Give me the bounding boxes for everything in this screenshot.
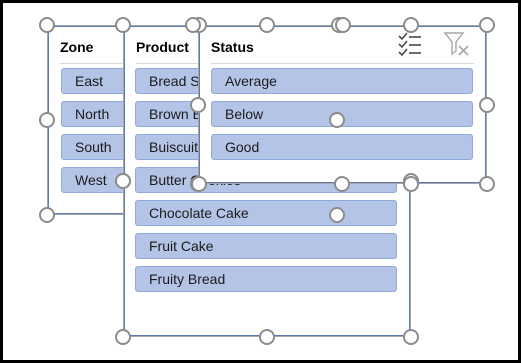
status-slicer[interactable]: Status Average Below Good: [198, 25, 487, 184]
status-inner-handle[interactable]: [329, 112, 345, 128]
status-resize-handle-bottom[interactable]: [334, 176, 350, 192]
status-item-average[interactable]: Average: [211, 68, 473, 94]
clear-filter-icon[interactable]: [443, 31, 471, 57]
status-resize-handle-right[interactable]: [479, 97, 495, 113]
zone-resize-handle-bottom-right[interactable]: [115, 173, 131, 189]
product-resize-handle-bottom-right[interactable]: [403, 329, 419, 345]
multi-select-icon[interactable]: [397, 32, 423, 56]
product-item-fruit-cake[interactable]: Fruit Cake: [135, 233, 397, 259]
zone-resize-handle-right[interactable]: [191, 176, 207, 192]
zone-slicer-title: Zone: [60, 39, 94, 55]
status-resize-handle-left[interactable]: [190, 97, 206, 113]
worksheet-canvas: Zone East North South West Product Bread…: [0, 0, 521, 363]
product-item-fruity-bread[interactable]: Fruity Bread: [135, 266, 397, 292]
status-resize-handle-bottom-right[interactable]: [479, 176, 495, 192]
status-item-good[interactable]: Good: [211, 134, 473, 160]
product-resize-handle-top-left[interactable]: [115, 17, 131, 33]
product-slicer-title: Product: [136, 39, 189, 55]
status-resize-handle-top-left[interactable]: [185, 17, 201, 33]
zone-resize-handle-left[interactable]: [39, 112, 55, 128]
status-resize-handle-mid[interactable]: [403, 176, 419, 192]
status-slicer-separator: [211, 63, 474, 64]
product-resize-handle-top[interactable]: [259, 17, 275, 33]
zone-resize-handle-top-left[interactable]: [39, 17, 55, 33]
product-resize-handle-bottom-left[interactable]: [115, 329, 131, 345]
status-slicer-title: Status: [211, 39, 254, 55]
status-inner-handle-lower[interactable]: [329, 207, 345, 223]
status-resize-handle-top-right[interactable]: [479, 17, 495, 33]
product-item-chocolate-cake[interactable]: Chocolate Cake: [135, 200, 397, 226]
product-resize-handle-bottom[interactable]: [259, 329, 275, 345]
zone-resize-handle-bottom-left[interactable]: [39, 207, 55, 223]
product-resize-handle-top-right[interactable]: [403, 17, 419, 33]
zone-resize-handle-top[interactable]: [335, 17, 351, 33]
